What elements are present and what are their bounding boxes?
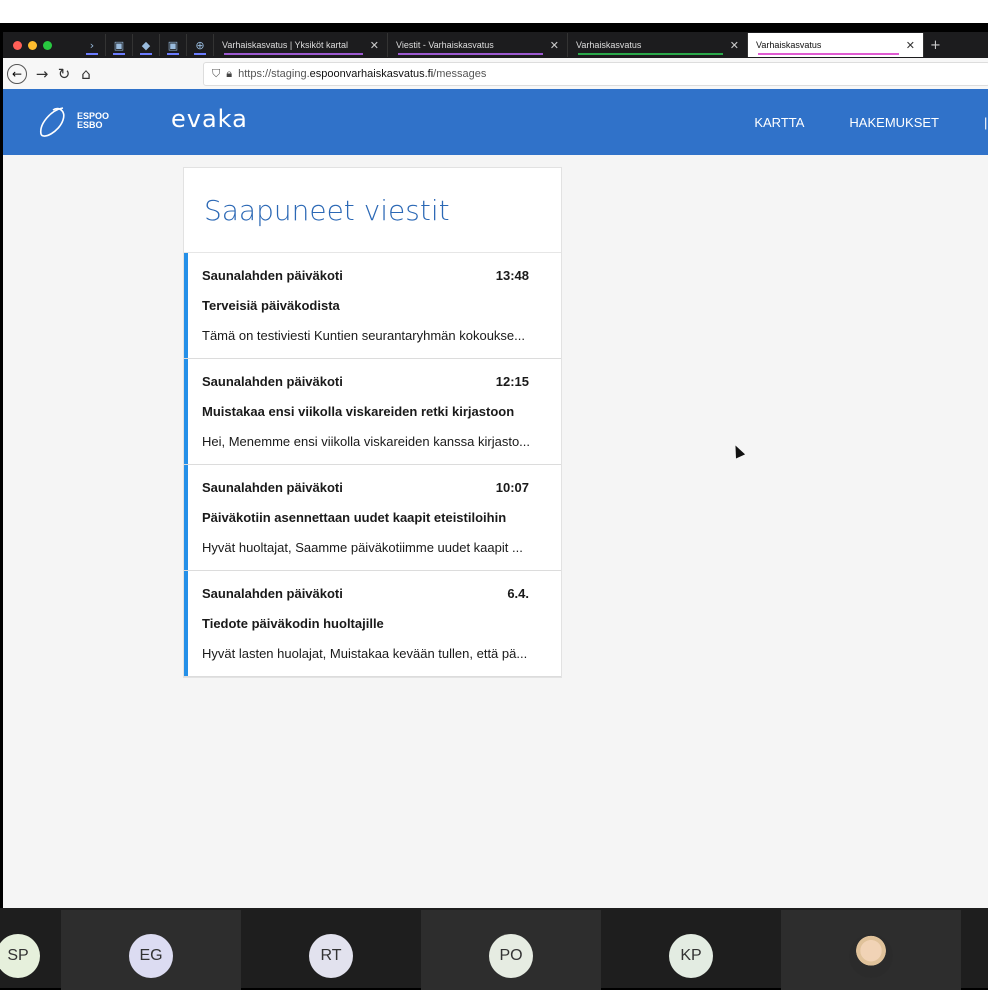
- top-strip: [0, 0, 988, 23]
- window-controls: [13, 40, 79, 50]
- tab-container-indicator: [224, 53, 363, 55]
- message-sender: Saunalahden päiväkoti: [202, 586, 343, 601]
- message-sender: Saunalahden päiväkoti: [202, 268, 343, 283]
- message-subject: Tiedote päiväkodin huoltajille: [202, 616, 384, 631]
- close-window-button[interactable]: [13, 40, 22, 50]
- message-item[interactable]: Saunalahden päiväkoti 12:15 Muistakaa ens…: [184, 359, 561, 465]
- close-tab-icon[interactable]: ✕: [370, 39, 379, 52]
- maximize-window-button[interactable]: [43, 40, 52, 50]
- participant-avatar[interactable]: SP: [0, 934, 40, 978]
- message-time: 6.4.: [507, 586, 529, 601]
- tab-title: Viestit - Varhaiskasvatus: [396, 40, 494, 50]
- message-subject: Terveisiä päiväkodista: [202, 298, 340, 313]
- url-path: /messages: [433, 68, 487, 80]
- arrow-left-icon: ←: [11, 66, 23, 81]
- reload-button[interactable]: ↻: [53, 65, 75, 83]
- url-text: https://staging.espoonvarhaiskasvatus.fi…: [238, 68, 486, 80]
- close-tab-icon[interactable]: ✕: [906, 39, 915, 52]
- close-tab-icon[interactable]: ✕: [730, 39, 739, 52]
- app-header: ESPOO ESBO evaka KARTTA HAKEMUKSET |: [3, 89, 988, 155]
- message-preview: Hyvät lasten huolajat, Muistakaa kevään …: [202, 646, 528, 661]
- outlook-icon: ▣: [113, 38, 125, 52]
- espoo-logo-icon: [40, 107, 65, 137]
- url-domain: espoonvarhaiskasvatus.fi: [309, 68, 434, 80]
- message-time: 10:07: [495, 480, 529, 495]
- message-preview: Tämä on testiviesti Kuntien seurantaryhm…: [202, 328, 525, 343]
- video-call-strip: SP EG RT PO KP: [0, 908, 988, 990]
- inbox-panel: Saapuneet viestit Saunalahden päiväkoti 1…: [183, 167, 562, 678]
- participant-photo-avatar[interactable]: [849, 934, 893, 978]
- message-subject: Muistakaa ensi viikolla viskareiden retk…: [202, 404, 515, 419]
- message-item[interactable]: Saunalahden päiväkoti 10:07 Päiväkotiin a…: [184, 465, 561, 571]
- message-time: 13:48: [495, 268, 529, 283]
- shield-icon[interactable]: ⛉: [212, 68, 220, 81]
- new-tab-button[interactable]: +: [930, 38, 941, 53]
- browser-tab[interactable]: Varhaiskasvatus | Yksiköt kartal ✕: [214, 33, 388, 57]
- brand-name[interactable]: evaka: [171, 105, 248, 133]
- espoo-logo[interactable]: ESPOO ESBO: [33, 101, 123, 141]
- nav-hakemukset[interactable]: HAKEMUKSET: [849, 115, 939, 130]
- globe-icon: ⊕: [195, 38, 205, 52]
- browser-nav-bar: ← → ↻ ⌂ ⛉ 🔒︎ https://staging.espoonvarha…: [3, 58, 988, 90]
- pinned-tab-3[interactable]: ◆: [133, 34, 160, 56]
- back-button[interactable]: ←: [7, 63, 27, 84]
- pinned-tab-4[interactable]: ▣: [160, 34, 187, 56]
- mouse-cursor-icon: [730, 443, 746, 459]
- page-title: Saapuneet viestit: [184, 168, 561, 253]
- outlook-icon: ▣: [167, 38, 179, 52]
- nav-kartta[interactable]: KARTTA: [754, 115, 804, 130]
- logo-line-2: ESBO: [77, 120, 103, 130]
- browser-tab[interactable]: Varhaiskasvatus ✕: [568, 33, 748, 57]
- message-subject: Päiväkotiin asennettaan uudet kaapit ete…: [202, 510, 507, 525]
- address-bar[interactable]: ⛉ 🔒︎ https://staging.espoonvarhaiskasvat…: [203, 62, 988, 86]
- browser-tab[interactable]: Viestit - Varhaiskasvatus ✕: [388, 33, 568, 57]
- page-content: Saapuneet viestit Saunalahden päiväkoti 1…: [3, 155, 988, 908]
- pinned-tab-2[interactable]: ▣: [106, 34, 133, 56]
- url-prefix: https://staging.: [238, 68, 310, 80]
- lock-icon[interactable]: 🔒︎: [226, 68, 232, 81]
- message-item[interactable]: Saunalahden päiväkoti 13:48 Terveisiä päi…: [184, 253, 561, 359]
- close-tab-icon[interactable]: ✕: [550, 39, 559, 52]
- forward-button[interactable]: →: [31, 65, 53, 83]
- message-preview: Hei, Menemme ensi viikolla viskareiden k…: [202, 434, 531, 449]
- tab-container-indicator: [758, 53, 899, 55]
- message-item[interactable]: Saunalahden päiväkoti 6.4. Tiedote päiväk…: [184, 571, 561, 677]
- nav-next-item[interactable]: |: [984, 115, 988, 130]
- tab-title: Varhaiskasvatus: [576, 40, 642, 50]
- logo-text: ESPOO ESBO: [77, 112, 109, 130]
- participant-avatar[interactable]: RT: [309, 934, 353, 978]
- tab-container-indicator: [578, 53, 723, 55]
- minimize-window-button[interactable]: [28, 40, 37, 50]
- message-preview: Hyvät huoltajat, Saamme päiväkotiimme uu…: [202, 540, 523, 555]
- pinned-tab-5[interactable]: ⊕: [187, 34, 214, 56]
- message-sender: Saunalahden päiväkoti: [202, 374, 343, 389]
- participant-avatar[interactable]: EG: [129, 934, 173, 978]
- tab-container-indicator: [398, 53, 543, 55]
- message-sender: Saunalahden päiväkoti: [202, 480, 343, 495]
- home-button[interactable]: ⌂: [75, 65, 97, 83]
- tab-title: Varhaiskasvatus | Yksiköt kartal: [222, 40, 349, 50]
- message-time: 12:15: [495, 374, 529, 389]
- app-icon: ›: [89, 38, 95, 52]
- participant-avatar[interactable]: PO: [489, 934, 533, 978]
- pinned-tab-1[interactable]: ›: [79, 34, 106, 56]
- teams-icon: ◆: [141, 38, 151, 52]
- tab-title: Varhaiskasvatus: [756, 40, 822, 50]
- browser-tab-active[interactable]: Varhaiskasvatus ✕: [748, 33, 924, 57]
- browser-tab-bar: › ▣ ◆ ▣ ⊕ Varhaiskasvatus | Yksiköt kart…: [3, 32, 988, 58]
- top-navigation: KARTTA HAKEMUKSET |: [754, 89, 988, 155]
- participant-avatar[interactable]: KP: [669, 934, 713, 978]
